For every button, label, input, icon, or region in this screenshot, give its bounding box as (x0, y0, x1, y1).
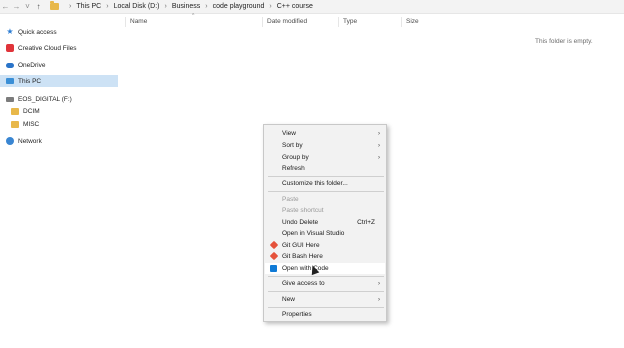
menu-item-label: Properties (282, 311, 312, 318)
sidebar-item-misc[interactable]: MISC (0, 118, 118, 130)
menu-item-undo-delete[interactable]: Undo Delete Ctrl+Z (265, 217, 385, 228)
column-header-type[interactable]: Type (338, 17, 401, 27)
sidebar-item-this-pc[interactable]: This PC (0, 75, 118, 87)
up-button[interactable]: ↑ (33, 0, 44, 14)
sidebar-item-quick-access[interactable]: ★ Quick access (0, 26, 118, 38)
menu-item-label: Refresh (282, 165, 305, 172)
menu-item-open-in-visual-studio[interactable]: Open in Visual Studio (265, 228, 385, 239)
menu-item-label: Git Bash Here (282, 253, 323, 260)
folder-icon (11, 120, 19, 128)
menu-item-view[interactable]: View › (265, 128, 385, 139)
navigation-pane: ★ Quick access Creative Cloud Files OneD… (0, 22, 118, 348)
menu-separator (268, 307, 384, 308)
this-pc-icon (6, 78, 14, 84)
sidebar-item-label: DCIM (23, 107, 40, 115)
menu-item-label: Paste shortcut (282, 207, 324, 214)
menu-separator (268, 291, 384, 292)
breadcrumb-separator[interactable]: › (205, 3, 207, 10)
sidebar-item-onedrive[interactable]: OneDrive (0, 59, 118, 71)
sidebar-item-creative-cloud[interactable]: Creative Cloud Files (0, 42, 118, 54)
menu-item-paste[interactable]: Paste (265, 194, 385, 205)
column-header-size[interactable]: Size (401, 17, 451, 27)
breadcrumb-separator[interactable]: › (106, 3, 108, 10)
menu-item-label: Git GUI Here (282, 242, 320, 249)
back-button[interactable]: ← (0, 0, 11, 14)
chevron-right-icon: › (378, 280, 380, 287)
sidebar-item-label: Quick access (18, 28, 57, 36)
chevron-right-icon: › (378, 130, 380, 137)
sidebar-item-dcim[interactable]: DCIM (0, 105, 118, 117)
git-icon (269, 251, 279, 261)
forward-button[interactable]: → (11, 0, 22, 14)
menu-item-git-gui-here[interactable]: Git GUI Here (265, 240, 385, 251)
menu-item-open-with-code[interactable]: Open with Code (265, 263, 385, 274)
sidebar-item-label: OneDrive (18, 61, 46, 69)
menu-item-customize-folder[interactable]: Customize this folder... (265, 178, 385, 189)
breadcrumb-local-disk[interactable]: Local Disk (D:) (114, 3, 160, 10)
chevron-right-icon: › (378, 142, 380, 149)
context-menu: View › Sort by › Group by › Refresh Cust… (263, 124, 387, 322)
menu-item-label: Open with Code (282, 265, 329, 272)
star-icon: ★ (6, 27, 14, 36)
menu-item-label: View (282, 130, 296, 137)
network-icon (6, 137, 14, 145)
menu-separator (268, 191, 384, 192)
sidebar-item-network[interactable]: Network (0, 135, 118, 147)
menu-item-paste-shortcut[interactable]: Paste shortcut (265, 205, 385, 216)
breadcrumb-separator[interactable]: › (165, 3, 167, 10)
breadcrumb-this-pc[interactable]: This PC (76, 3, 101, 10)
menu-item-label: Give access to (282, 280, 325, 287)
chevron-right-icon: › (378, 296, 380, 303)
menu-separator (268, 176, 384, 177)
sidebar-item-label: This PC (18, 77, 42, 85)
folder-icon (11, 107, 19, 115)
menu-item-label: Open in Visual Studio (282, 230, 345, 237)
menu-item-refresh[interactable]: Refresh (265, 163, 385, 174)
column-header-date-modified[interactable]: Date modified (262, 17, 338, 27)
chevron-right-icon: › (378, 154, 380, 161)
vscode-icon (270, 265, 277, 272)
menu-item-label: Customize this folder... (282, 180, 348, 187)
menu-item-properties[interactable]: Properties (265, 309, 385, 320)
breadcrumb-code-playground[interactable]: code playground (213, 3, 265, 10)
sidebar-item-eos-digital[interactable]: EOS_DIGITAL (F:) (0, 93, 118, 105)
folder-icon (50, 1, 59, 10)
breadcrumb-separator[interactable]: › (269, 3, 271, 10)
sidebar-item-label: MISC (23, 120, 40, 128)
git-icon (269, 240, 279, 250)
breadcrumb-business[interactable]: Business (172, 3, 200, 10)
recent-locations-button[interactable]: ˅ (22, 0, 33, 14)
menu-separator (268, 276, 384, 277)
sidebar-item-label: Creative Cloud Files (18, 44, 77, 52)
breadcrumb-separator: › (69, 3, 72, 10)
address-bar: ← → ˅ ↑ › This PC › Local Disk (D:) › Bu… (0, 0, 624, 14)
sidebar-item-label: Network (18, 137, 42, 145)
menu-item-new[interactable]: New › (265, 294, 385, 305)
menu-item-shortcut: Ctrl+Z (357, 219, 375, 226)
menu-item-group-by[interactable]: Group by › (265, 152, 385, 163)
drive-icon (6, 96, 14, 102)
menu-item-sort-by[interactable]: Sort by › (265, 140, 385, 151)
menu-item-label: Undo Delete (282, 219, 319, 226)
menu-item-label: Group by (282, 154, 309, 161)
creative-cloud-icon (6, 44, 14, 52)
empty-folder-message: This folder is empty. (535, 38, 593, 45)
menu-item-give-access-to[interactable]: Give access to › (265, 278, 385, 289)
breadcrumb-cpp-course[interactable]: C++ course (277, 3, 313, 10)
menu-item-label: New (282, 296, 296, 303)
menu-item-git-bash-here[interactable]: Git Bash Here (265, 251, 385, 262)
menu-item-label: Paste (282, 196, 299, 203)
column-header-name[interactable]: Name (125, 17, 262, 27)
sidebar-item-label: EOS_DIGITAL (F:) (18, 95, 72, 103)
breadcrumb: › This PC › Local Disk (D:) › Business ›… (50, 1, 313, 13)
onedrive-icon (6, 63, 14, 68)
menu-item-label: Sort by (282, 142, 303, 149)
